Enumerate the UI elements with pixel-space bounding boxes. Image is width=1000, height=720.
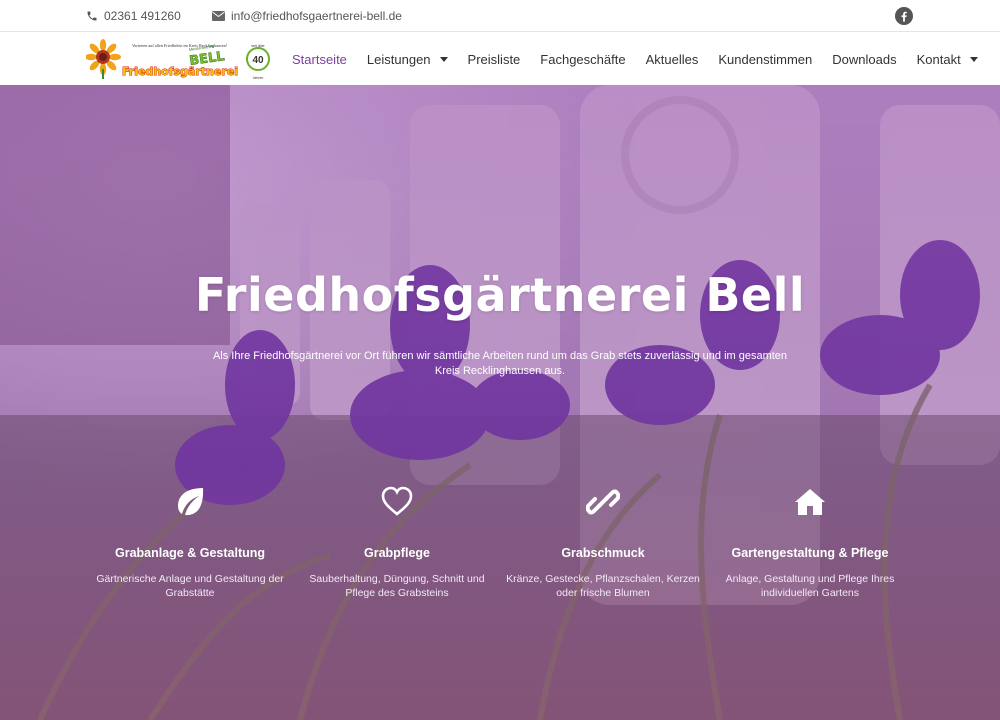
email-address: info@friedhofsgaertnerei-bell.de: [231, 9, 402, 23]
nav-item-aktuelles[interactable]: Aktuelles: [636, 52, 709, 67]
link-icon: [586, 489, 620, 515]
hero-section: Friedhofsgärtnerei Bell Als Ihre Friedho…: [0, 85, 1000, 720]
anniversary-badge: seit über 40 Jahren: [246, 44, 270, 80]
main-navigation: Startseite Leistungen Preisliste Fachges…: [282, 33, 988, 85]
feature-grabanlage: Grabanlage & Gestaltung Gärtnerische Anl…: [90, 485, 290, 600]
feature-title: Grabanlage & Gestaltung: [114, 546, 266, 560]
nav-item-fachgeschaefte[interactable]: Fachgeschäfte: [530, 52, 635, 67]
phone-icon: [87, 11, 97, 21]
features-row: Grabanlage & Gestaltung Gärtnerische Anl…: [90, 485, 910, 625]
nav-item-startseite[interactable]: Startseite: [282, 52, 357, 67]
svg-text:40: 40: [252, 55, 264, 66]
company-logo[interactable]: Vertreten auf allen Friedhöfen im Kreis …: [86, 39, 272, 81]
home-icon: [795, 489, 825, 515]
feature-title: Gartengestaltung & Pflege: [731, 546, 889, 560]
feature-grabpflege: Grabpflege Sauberhaltung, Düngung, Schni…: [297, 485, 497, 600]
feature-text: Sauberhaltung, Düngung, Schnitt und Pfle…: [309, 573, 485, 599]
feature-text: Anlage, Gestaltung und Pflege Ihres indi…: [725, 573, 895, 599]
feature-text: Kränze, Gestecke, Pflanzschalen, Kerzen …: [506, 573, 700, 599]
sunflower-icon: [86, 39, 121, 79]
svg-text:Jahren: Jahren: [253, 76, 264, 80]
feature-grabschmuck: Grabschmuck Kränze, Gestecke, Pflanzscha…: [503, 485, 703, 600]
feature-title: Grabschmuck: [561, 546, 645, 560]
top-bar: 02361 491260 info@friedhofsgaertnerei-be…: [0, 0, 1000, 32]
feature-title: Grabpflege: [364, 546, 430, 560]
chevron-down-icon: [439, 57, 448, 62]
site-header: Vertreten auf allen Friedhöfen im Kreis …: [0, 33, 1000, 85]
email-contact[interactable]: info@friedhofsgaertnerei-bell.de: [212, 9, 402, 23]
envelope-icon: [212, 11, 225, 21]
phone-number: 02361 491260: [104, 9, 181, 23]
svg-text:Friedhofsgärtnerei: Friedhofsgärtnerei: [122, 65, 238, 78]
nav-item-kontakt[interactable]: Kontakt: [907, 52, 988, 67]
nav-item-leistungen[interactable]: Leistungen: [357, 52, 458, 67]
heart-icon: [381, 486, 413, 516]
nav-item-kundenstimmen[interactable]: Kundenstimmen: [708, 52, 822, 67]
facebook-icon[interactable]: [895, 7, 913, 25]
nav-item-downloads[interactable]: Downloads: [822, 52, 906, 67]
chevron-down-icon: [969, 57, 978, 62]
hero-title: Friedhofsgärtnerei Bell: [194, 268, 806, 322]
feature-gartengestaltung: Gartengestaltung & Pflege Anlage, Gestal…: [710, 485, 910, 600]
leaf-icon: [178, 488, 204, 516]
phone-contact[interactable]: 02361 491260: [86, 9, 181, 23]
hero-subtitle: Als Ihre Friedhofsgärtnerei vor Ort führ…: [212, 350, 788, 377]
nav-item-preisliste[interactable]: Preisliste: [458, 52, 531, 67]
feature-text: Gärtnerische Anlage und Gestaltung der G…: [96, 573, 284, 599]
svg-text:seit über: seit über: [251, 44, 265, 48]
